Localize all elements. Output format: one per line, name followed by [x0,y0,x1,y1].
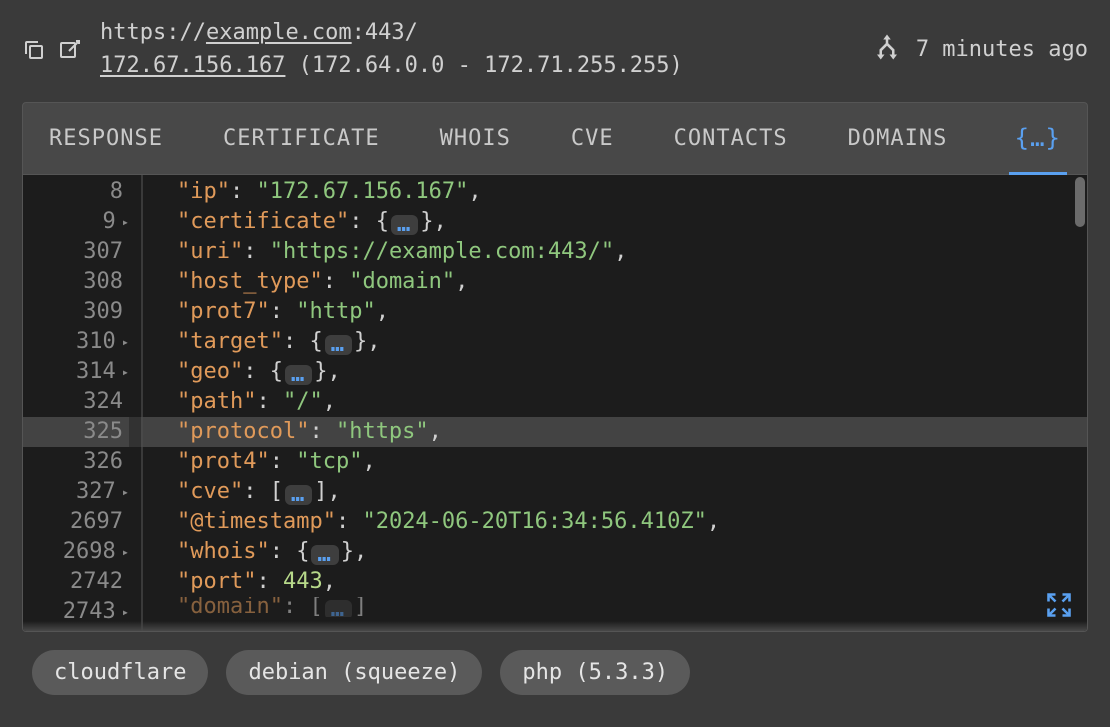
fold-toggle-icon[interactable]: ▸ [122,485,129,499]
fold-toggle-icon[interactable]: ▸ [122,365,129,379]
tab-json[interactable]: {…} [1015,124,1061,152]
fold-ellipsis-icon[interactable]: … [311,545,338,565]
header-ip[interactable]: 172.67.156.167 [100,53,285,78]
chip-debian[interactable]: debian (squeeze) [226,650,482,695]
fold-toggle-icon[interactable]: ▸ [122,215,129,229]
gutter-line: 308 [23,267,129,297]
tab-contacts[interactable]: CONTACTS [674,126,788,151]
expand-icon[interactable] [1045,591,1073,619]
tabs-bar: RESPONSE CERTIFICATE WHOIS CVE CONTACTS … [23,103,1087,175]
gutter-line: 327▸ [23,477,129,507]
code-line[interactable]: "@timestamp": "2024-06-20T16:34:56.410Z"… [177,507,1087,537]
gutter-line: 9▸ [23,207,129,237]
fold-ellipsis-icon[interactable]: … [325,600,352,617]
gutter-line: 309 [23,297,129,327]
url-host[interactable]: example.com [206,20,352,45]
code-area[interactable]: "ip": "172.67.156.167","certificate": {…… [143,175,1087,631]
fold-ellipsis-icon[interactable]: … [325,335,352,355]
gutter-line: 314▸ [23,357,129,387]
fold-ellipsis-icon[interactable]: … [391,215,418,235]
gutter-line: 307 [23,237,129,267]
code-line[interactable]: "certificate": {…}, [177,207,1087,237]
gutter-line: 8 [23,177,129,207]
gutter-line: 2697 [23,507,129,537]
chip-cloudflare[interactable]: cloudflare [32,650,208,695]
tab-response[interactable]: RESPONSE [49,126,163,151]
fold-toggle-icon[interactable]: ▸ [122,335,129,349]
json-editor[interactable]: 8 9▸307 308 309 310▸314▸324 325 326 327▸… [23,175,1087,631]
gutter-line: 2698▸ [23,537,129,567]
code-line[interactable]: "ip": "172.67.156.167", [177,177,1087,207]
header-bar: https://example.com:443/ 172.67.156.167 … [22,18,1088,82]
tag-chips: cloudflare debian (squeeze) php (5.3.3) [22,632,1088,695]
code-line[interactable]: "host_type": "domain", [177,267,1087,297]
code-line[interactable]: "path": "/", [177,387,1087,417]
code-line[interactable]: "port": 443, [177,567,1087,597]
fold-ellipsis-icon[interactable]: … [285,485,312,505]
code-line[interactable]: "cve": […], [177,477,1087,507]
tab-whois[interactable]: WHOIS [440,126,511,151]
fold-ellipsis-icon[interactable]: … [285,365,312,385]
tab-domains[interactable]: DOMAINS [848,126,948,151]
header-url-block: https://example.com:443/ 172.67.156.167 … [100,18,683,82]
code-line[interactable]: "prot4": "tcp", [177,447,1087,477]
code-line[interactable]: "uri": "https://example.com:443/", [177,237,1087,267]
header-ip-range: (172.64.0.0 - 172.71.255.255) [285,53,682,78]
code-line[interactable]: "prot7": "http", [177,297,1087,327]
gutter-line: 310▸ [23,327,129,357]
code-line[interactable]: "geo": {…}, [177,357,1087,387]
copy-icon[interactable] [22,38,46,66]
gutter-line: 2742 [23,567,129,597]
tab-cve[interactable]: CVE [571,126,614,151]
scrollbar-thumb[interactable] [1075,177,1085,227]
url-prefix: https:// [100,20,206,45]
time-ago: 7 minutes ago [916,37,1088,62]
fold-toggle-icon[interactable]: ▸ [122,545,129,559]
url-suffix: :443/ [352,20,418,45]
routes-icon[interactable] [872,32,902,68]
tab-certificate[interactable]: CERTIFICATE [223,126,380,151]
chip-php[interactable]: php (5.3.3) [500,650,690,695]
gutter-line: 324 [23,387,129,417]
line-gutter: 8 9▸307 308 309 310▸314▸324 325 326 327▸… [23,175,143,631]
fold-toggle-icon[interactable]: ▸ [122,605,129,619]
gutter-line: 325 [23,417,129,447]
open-external-icon[interactable] [58,38,82,66]
code-line[interactable]: "protocol": "https", [177,417,1087,447]
gutter-line: 326 [23,447,129,477]
code-line[interactable]: "domain": […] [177,597,1087,617]
code-line[interactable]: "whois": {…}, [177,537,1087,567]
code-line[interactable]: "target": {…}, [177,327,1087,357]
